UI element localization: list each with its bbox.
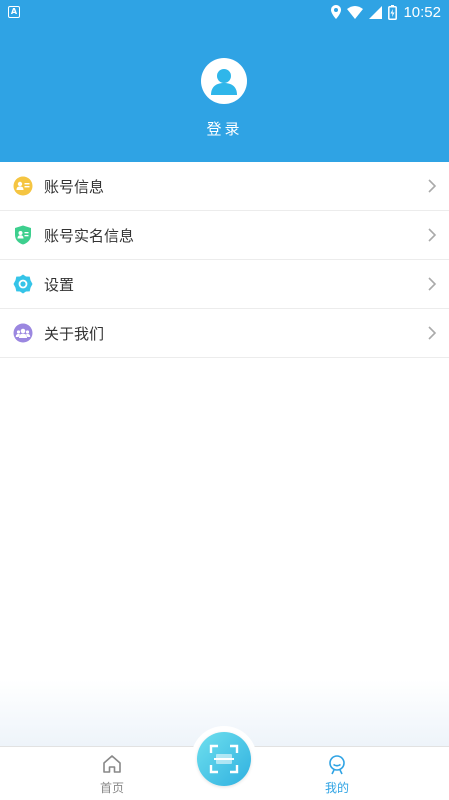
menu-item-settings[interactable]: 设置 [0,260,449,309]
chevron-right-icon [428,326,437,340]
chevron-right-icon [428,228,437,242]
home-icon [103,755,121,773]
wifi-icon [347,5,364,19]
menu-item-label: 设置 [44,275,75,294]
login-link[interactable]: 登录 [0,118,449,139]
tab-home-label: 首页 [99,781,124,795]
id-verify-icon [13,225,33,245]
menu-item-label: 账号信息 [44,177,105,196]
menu-item-label: 关于我们 [44,324,105,343]
scan-icon [209,744,239,774]
scan-button[interactable] [197,732,251,786]
location-icon [331,5,342,19]
profile-header: 登录 [0,24,449,162]
battery-icon [388,4,398,20]
chevron-right-icon [428,277,437,291]
menu-item-id-verify[interactable]: 账号实名信息 [0,211,449,260]
menu-item-about-us[interactable]: 关于我们 [0,309,449,358]
account-info-icon [13,176,33,196]
app-notification-icon: A [8,6,20,18]
signal-icon [369,5,383,19]
status-time: 10:52 [403,3,441,21]
tab-home[interactable]: 首页 [72,747,152,800]
about-us-icon [13,323,33,343]
tab-mine[interactable]: 我的 [297,747,377,800]
tab-mine-label: 我的 [324,781,349,795]
status-bar: A 10:52 [0,0,449,24]
scan-button-container [191,726,257,792]
menu-list: 账号信息 账号实名信息 设置 关于我们 [0,162,449,358]
chevron-right-icon [428,179,437,193]
profile-icon [329,755,345,775]
menu-item-account-info[interactable]: 账号信息 [0,162,449,211]
avatar[interactable] [201,58,247,104]
settings-icon [13,274,33,294]
user-avatar-icon [211,69,237,95]
menu-item-label: 账号实名信息 [44,226,135,245]
